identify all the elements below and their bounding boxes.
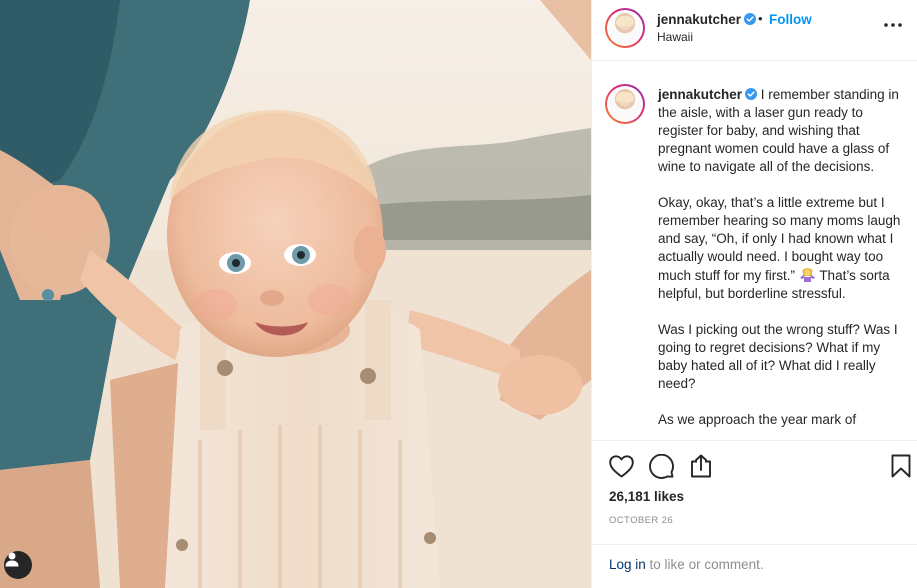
follow-button[interactable]: Follow (769, 12, 812, 27)
post-date[interactable]: OCTOBER 26 (609, 515, 673, 526)
caption-area[interactable]: jennakutcher I remember standing in the … (592, 62, 917, 440)
verified-badge-icon (744, 13, 757, 25)
share-icon (691, 454, 711, 478)
more-options-icon (884, 23, 902, 27)
caption-paragraph-1: jennakutcher I remember standing in the … (658, 86, 904, 176)
post-actions: 26,181 likes OCTOBER 26 (592, 440, 917, 545)
comment-button[interactable] (648, 453, 674, 479)
user-tag-icon (5, 552, 19, 567)
author-username-text: jennakutcher (657, 12, 742, 27)
post-location[interactable]: Hawaii (657, 30, 693, 44)
bookmark-icon (891, 454, 911, 478)
like-button[interactable] (608, 453, 634, 479)
verified-badge-icon (745, 88, 758, 100)
login-prompt: Log in to like or comment. (609, 557, 764, 572)
author-avatar[interactable] (605, 8, 645, 48)
login-prompt-text: to like or comment. (645, 557, 764, 572)
post-photo[interactable] (0, 0, 591, 588)
post-side-panel: jennakutcher • Follow Hawaii jennakutche… (591, 0, 917, 588)
header-separator: • (758, 11, 763, 26)
author-username[interactable]: jennakutcher (657, 12, 757, 27)
user-tag-button[interactable] (4, 551, 32, 579)
avatar-image (609, 12, 641, 44)
more-options-button[interactable] (883, 15, 903, 35)
login-link[interactable]: Log in (609, 557, 646, 572)
avatar-image (609, 88, 641, 120)
heart-icon (608, 454, 634, 477)
caption-text: jennakutcher I remember standing in the … (658, 86, 904, 440)
caption-truncated-line: As we approach the year mark of (658, 412, 857, 427)
woman-shrugging-emoji-icon (799, 268, 815, 282)
save-button[interactable] (888, 453, 914, 479)
comment-bubble-icon (648, 453, 674, 479)
post-header: jennakutcher • Follow Hawaii (592, 0, 917, 61)
share-button[interactable] (688, 453, 714, 479)
caption-paragraph-3: Was I picking out the wrong stuff? Was I… (658, 321, 904, 393)
caption-author-avatar[interactable] (605, 84, 645, 124)
baby-photo-illustration (0, 0, 591, 588)
caption-username[interactable]: jennakutcher (658, 87, 758, 102)
caption-paragraph-2: Okay, okay, that’s a little extreme but … (658, 194, 904, 303)
caption-paragraph-4: As we approach the year mark of (658, 411, 904, 429)
likes-count[interactable]: 26,181 likes (609, 489, 684, 504)
caption-username-text: jennakutcher (658, 87, 743, 102)
